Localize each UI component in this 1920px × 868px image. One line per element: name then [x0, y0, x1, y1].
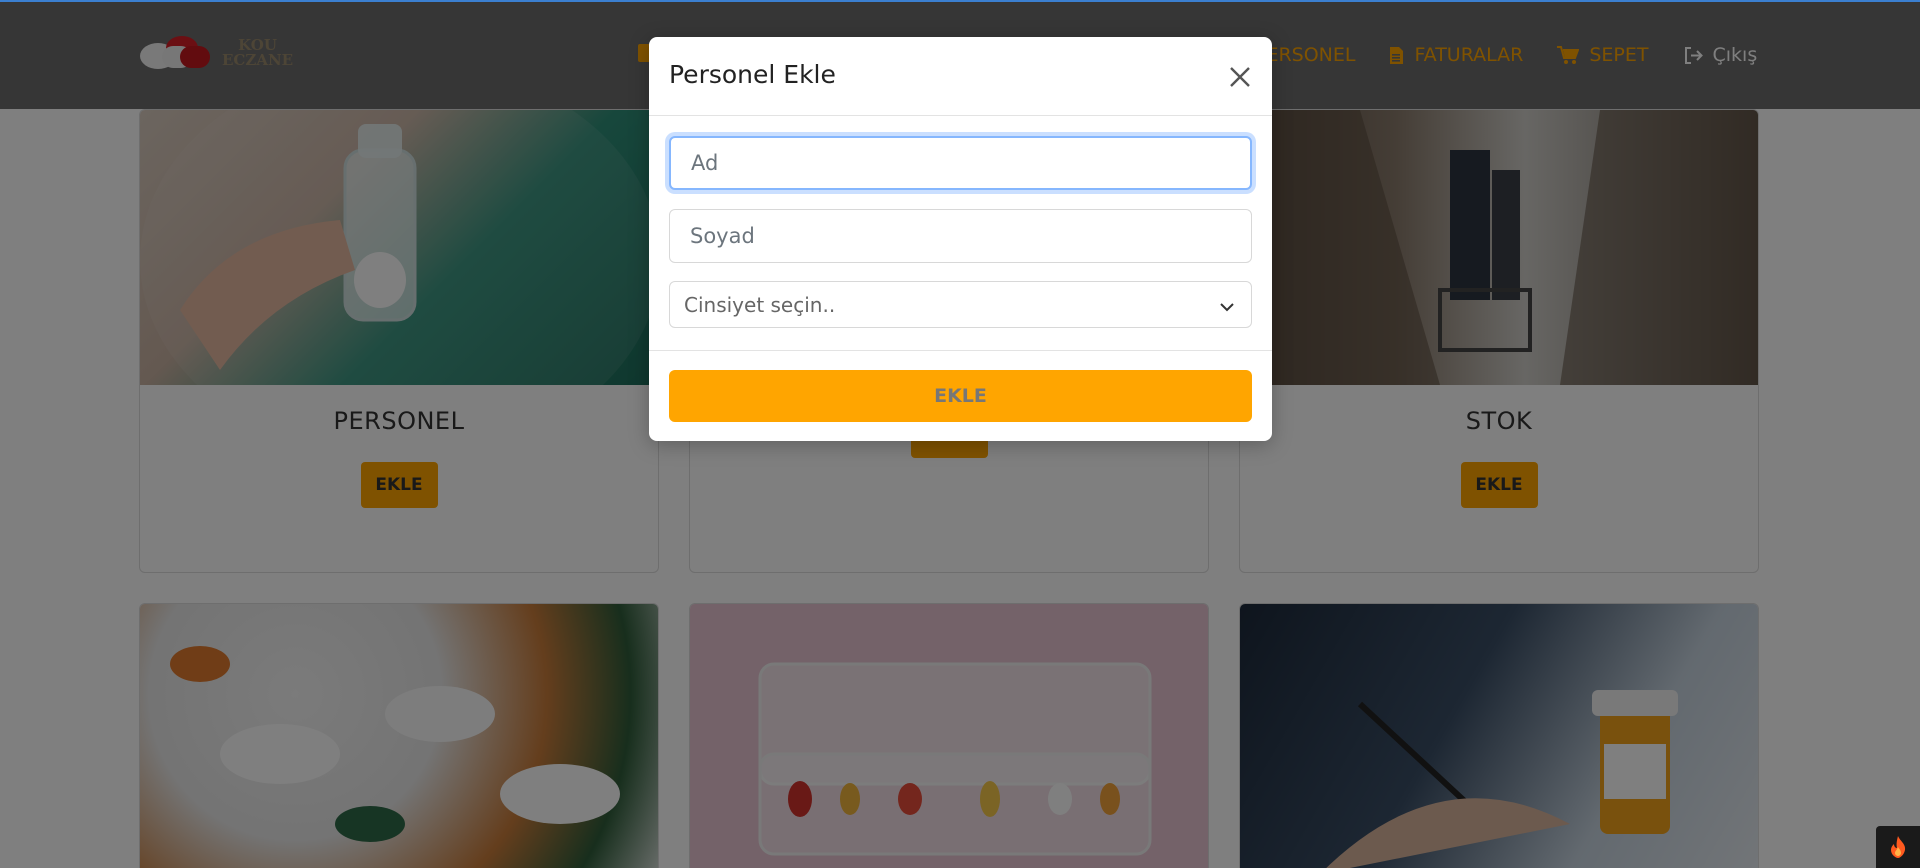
gender-select[interactable]: Cinsiyet seçin.. [669, 281, 1252, 328]
first-name-input[interactable]: Ad [669, 136, 1252, 190]
top-accent-line [0, 0, 1920, 2]
first-name-placeholder: Ad [691, 151, 719, 175]
submit-button[interactable]: EKLE [669, 370, 1252, 422]
add-personnel-modal: Personel Ekle Ad Soyad Cinsiyet seçin.. … [649, 37, 1272, 441]
last-name-input[interactable]: Soyad [669, 209, 1252, 263]
modal-title: Personel Ekle [669, 60, 836, 89]
gender-select-value: Cinsiyet seçin.. [684, 292, 836, 317]
flame-icon[interactable] [1876, 826, 1920, 868]
close-icon[interactable] [1228, 65, 1252, 89]
chevron-down-icon [1219, 296, 1235, 320]
modal-body: Ad Soyad Cinsiyet seçin.. [649, 116, 1272, 351]
modal-header: Personel Ekle [649, 37, 1272, 116]
last-name-placeholder: Soyad [690, 224, 755, 248]
